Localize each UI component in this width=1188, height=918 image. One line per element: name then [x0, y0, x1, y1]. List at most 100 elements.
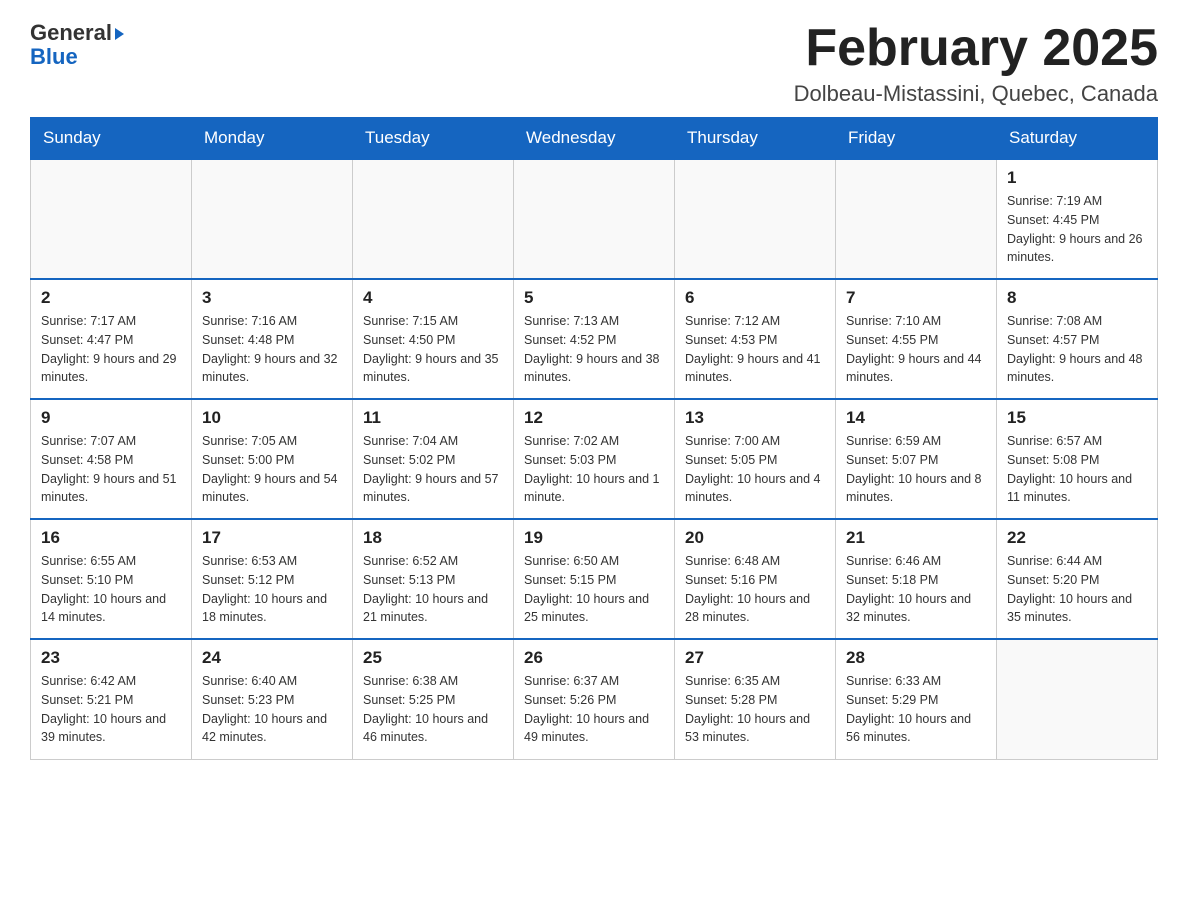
day-info: Sunrise: 6:46 AMSunset: 5:18 PMDaylight:…	[846, 552, 986, 627]
col-header-monday: Monday	[192, 118, 353, 160]
calendar-cell: 28Sunrise: 6:33 AMSunset: 5:29 PMDayligh…	[836, 639, 997, 759]
day-info: Sunrise: 7:10 AMSunset: 4:55 PMDaylight:…	[846, 312, 986, 387]
day-info: Sunrise: 7:12 AMSunset: 4:53 PMDaylight:…	[685, 312, 825, 387]
day-number: 7	[846, 288, 986, 308]
calendar-cell: 20 Sunrise: 6:48 AMSunset: 5:16 PMDayligh…	[675, 519, 836, 639]
calendar-cell: 3 Sunrise: 7:16 AMSunset: 4:48 PMDaylight…	[192, 279, 353, 399]
calendar-cell	[997, 639, 1158, 759]
day-number: 2	[41, 288, 181, 308]
day-info: Sunrise: 7:00 AMSunset: 5:05 PMDaylight:…	[685, 432, 825, 507]
calendar-cell: 16 Sunrise: 6:55 AMSunset: 5:10 PMDayligh…	[31, 519, 192, 639]
day-info: Sunrise: 6:50 AMSunset: 5:15 PMDaylight:…	[524, 552, 664, 627]
calendar-cell: 21 Sunrise: 6:46 AMSunset: 5:18 PMDayligh…	[836, 519, 997, 639]
day-number: 9	[41, 408, 181, 428]
logo: General Blue	[30, 20, 124, 70]
day-number: 18	[363, 528, 503, 548]
day-info: Sunrise: 6:57 AMSunset: 5:08 PMDaylight:…	[1007, 432, 1147, 507]
day-info: Sunrise: 6:35 AMSunset: 5:28 PMDaylight:…	[685, 672, 825, 747]
col-header-wednesday: Wednesday	[514, 118, 675, 160]
calendar-cell: 9 Sunrise: 7:07 AMSunset: 4:58 PMDaylight…	[31, 399, 192, 519]
day-info: Sunrise: 6:53 AMSunset: 5:12 PMDaylight:…	[202, 552, 342, 627]
calendar-cell	[675, 159, 836, 279]
day-number: 19	[524, 528, 664, 548]
calendar-cell	[192, 159, 353, 279]
calendar-cell	[514, 159, 675, 279]
location-label: Dolbeau-Mistassini, Quebec, Canada	[794, 81, 1158, 107]
day-number: 24	[202, 648, 342, 668]
day-number: 21	[846, 528, 986, 548]
calendar-header-row: SundayMondayTuesdayWednesdayThursdayFrid…	[31, 118, 1158, 160]
calendar-cell: 12 Sunrise: 7:02 AMSunset: 5:03 PMDayligh…	[514, 399, 675, 519]
calendar-cell: 15 Sunrise: 6:57 AMSunset: 5:08 PMDayligh…	[997, 399, 1158, 519]
day-info: Sunrise: 6:38 AMSunset: 5:25 PMDaylight:…	[363, 672, 503, 747]
day-info: Sunrise: 7:07 AMSunset: 4:58 PMDaylight:…	[41, 432, 181, 507]
day-info: Sunrise: 6:55 AMSunset: 5:10 PMDaylight:…	[41, 552, 181, 627]
day-number: 14	[846, 408, 986, 428]
col-header-friday: Friday	[836, 118, 997, 160]
day-number: 12	[524, 408, 664, 428]
day-info: Sunrise: 7:02 AMSunset: 5:03 PMDaylight:…	[524, 432, 664, 507]
month-title: February 2025	[794, 20, 1158, 77]
day-info: Sunrise: 7:04 AMSunset: 5:02 PMDaylight:…	[363, 432, 503, 507]
calendar-table: SundayMondayTuesdayWednesdayThursdayFrid…	[30, 117, 1158, 760]
logo-general-text: General	[30, 20, 124, 46]
title-area: February 2025 Dolbeau-Mistassini, Quebec…	[794, 20, 1158, 107]
calendar-cell	[353, 159, 514, 279]
calendar-cell: 26 Sunrise: 6:37 AMSunset: 5:26 PMDayligh…	[514, 639, 675, 759]
week-row-1: 1Sunrise: 7:19 AMSunset: 4:45 PMDaylight…	[31, 159, 1158, 279]
calendar-cell: 17 Sunrise: 6:53 AMSunset: 5:12 PMDayligh…	[192, 519, 353, 639]
day-number: 22	[1007, 528, 1147, 548]
day-number: 17	[202, 528, 342, 548]
day-number: 3	[202, 288, 342, 308]
week-row-5: 23Sunrise: 6:42 AMSunset: 5:21 PMDayligh…	[31, 639, 1158, 759]
day-number: 27	[685, 648, 825, 668]
day-number: 26	[524, 648, 664, 668]
calendar-cell: 10 Sunrise: 7:05 AMSunset: 5:00 PMDayligh…	[192, 399, 353, 519]
week-row-4: 16 Sunrise: 6:55 AMSunset: 5:10 PMDayligh…	[31, 519, 1158, 639]
day-info: Sunrise: 7:13 AMSunset: 4:52 PMDaylight:…	[524, 312, 664, 387]
calendar-cell: 7 Sunrise: 7:10 AMSunset: 4:55 PMDaylight…	[836, 279, 997, 399]
day-number: 25	[363, 648, 503, 668]
day-info: Sunrise: 6:37 AMSunset: 5:26 PMDaylight:…	[524, 672, 664, 747]
calendar-cell: 23Sunrise: 6:42 AMSunset: 5:21 PMDayligh…	[31, 639, 192, 759]
page-header: General Blue February 2025 Dolbeau-Mista…	[30, 20, 1158, 107]
week-row-3: 9 Sunrise: 7:07 AMSunset: 4:58 PMDaylight…	[31, 399, 1158, 519]
day-number: 5	[524, 288, 664, 308]
day-number: 10	[202, 408, 342, 428]
day-info: Sunrise: 7:08 AMSunset: 4:57 PMDaylight:…	[1007, 312, 1147, 387]
calendar-cell: 25 Sunrise: 6:38 AMSunset: 5:25 PMDayligh…	[353, 639, 514, 759]
col-header-thursday: Thursday	[675, 118, 836, 160]
day-info: Sunrise: 7:05 AMSunset: 5:00 PMDaylight:…	[202, 432, 342, 507]
calendar-cell: 19 Sunrise: 6:50 AMSunset: 5:15 PMDayligh…	[514, 519, 675, 639]
day-info: Sunrise: 6:40 AMSunset: 5:23 PMDaylight:…	[202, 672, 342, 747]
week-row-2: 2 Sunrise: 7:17 AMSunset: 4:47 PMDaylight…	[31, 279, 1158, 399]
logo-blue-text: Blue	[30, 44, 78, 70]
day-number: 11	[363, 408, 503, 428]
day-info: Sunrise: 6:48 AMSunset: 5:16 PMDaylight:…	[685, 552, 825, 627]
col-header-tuesday: Tuesday	[353, 118, 514, 160]
day-info: Sunrise: 6:44 AMSunset: 5:20 PMDaylight:…	[1007, 552, 1147, 627]
day-number: 20	[685, 528, 825, 548]
day-info: Sunrise: 7:17 AMSunset: 4:47 PMDaylight:…	[41, 312, 181, 387]
calendar-cell: 11 Sunrise: 7:04 AMSunset: 5:02 PMDayligh…	[353, 399, 514, 519]
calendar-cell: 13Sunrise: 7:00 AMSunset: 5:05 PMDayligh…	[675, 399, 836, 519]
calendar-cell: 4Sunrise: 7:15 AMSunset: 4:50 PMDaylight…	[353, 279, 514, 399]
day-number: 4	[363, 288, 503, 308]
day-info: Sunrise: 7:19 AMSunset: 4:45 PMDaylight:…	[1007, 192, 1147, 267]
calendar-cell: 18 Sunrise: 6:52 AMSunset: 5:13 PMDayligh…	[353, 519, 514, 639]
day-number: 6	[685, 288, 825, 308]
day-info: Sunrise: 6:42 AMSunset: 5:21 PMDaylight:…	[41, 672, 181, 747]
day-info: Sunrise: 7:16 AMSunset: 4:48 PMDaylight:…	[202, 312, 342, 387]
day-info: Sunrise: 6:52 AMSunset: 5:13 PMDaylight:…	[363, 552, 503, 627]
day-number: 15	[1007, 408, 1147, 428]
calendar-cell: 2 Sunrise: 7:17 AMSunset: 4:47 PMDaylight…	[31, 279, 192, 399]
logo-arrow-icon	[115, 28, 124, 40]
col-header-saturday: Saturday	[997, 118, 1158, 160]
col-header-sunday: Sunday	[31, 118, 192, 160]
calendar-cell: 27 Sunrise: 6:35 AMSunset: 5:28 PMDayligh…	[675, 639, 836, 759]
day-number: 16	[41, 528, 181, 548]
calendar-cell: 8Sunrise: 7:08 AMSunset: 4:57 PMDaylight…	[997, 279, 1158, 399]
calendar-cell	[836, 159, 997, 279]
day-info: Sunrise: 6:33 AMSunset: 5:29 PMDaylight:…	[846, 672, 986, 747]
calendar-cell: 1Sunrise: 7:19 AMSunset: 4:45 PMDaylight…	[997, 159, 1158, 279]
